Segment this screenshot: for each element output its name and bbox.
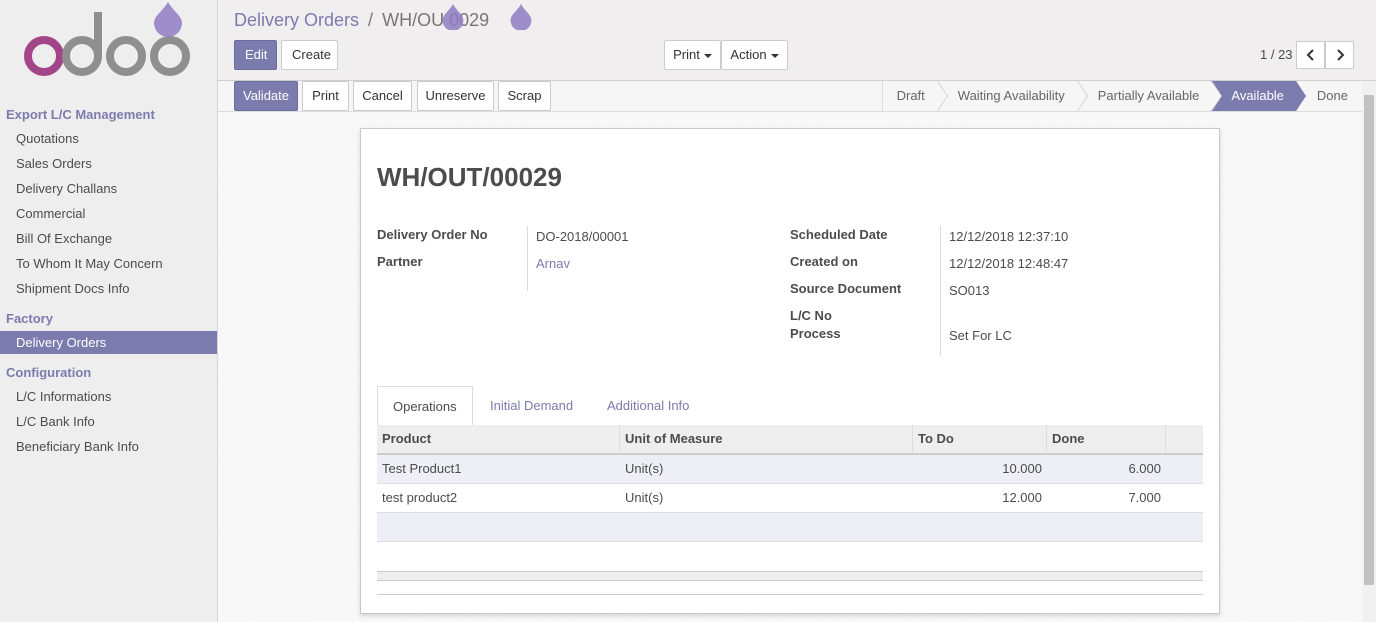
stage-arrow	[1211, 81, 1222, 111]
sidebar-item-beneficiary-bank-info[interactable]: Beneficiary Bank Info	[0, 435, 217, 458]
partner-label: Partner	[377, 254, 423, 269]
table-row[interactable]: Test Product1 Unit(s) 10.000 6.000	[377, 455, 1203, 484]
table-header: Product Unit of Measure To Do Done	[377, 425, 1203, 455]
vertical-scrollbar[interactable]	[1362, 81, 1376, 622]
created-on-label: Created on	[790, 254, 858, 269]
column-done[interactable]: Done	[1047, 425, 1166, 453]
sidebar-item-bill-of-exchange[interactable]: Bill Of Exchange	[0, 227, 217, 250]
stage-waiting-availability[interactable]: Waiting Availability	[936, 81, 1088, 111]
stage-partially-available[interactable]: Partially Available	[1076, 81, 1223, 111]
cell-product: test product2	[382, 490, 458, 505]
column-to-do[interactable]: To Do	[913, 425, 1047, 453]
scheduled-date-label: Scheduled Date	[790, 227, 888, 242]
sidebar-item-commercial[interactable]: Commercial	[0, 202, 217, 225]
delivery-order-no-value: DO-2018/00001	[536, 229, 629, 244]
field-divider	[527, 226, 528, 291]
stage-arrow	[936, 81, 947, 111]
source-document-value: SO013	[949, 283, 990, 298]
notebook-tabs: Operations Initial Demand Additional Inf…	[377, 386, 1203, 427]
unreserve-button[interactable]: Unreserve	[417, 81, 494, 111]
sidebar-section-factory: Factory	[6, 311, 53, 326]
form-view: WH/OUT/00029 Delivery Order No DO-2018/0…	[218, 112, 1362, 622]
print-dropdown-label: Print	[673, 47, 700, 62]
scheduled-date-value: 12/12/2018 12:37:10	[949, 229, 1069, 244]
validate-button[interactable]: Validate	[234, 81, 298, 111]
cell-done: 7.000	[1128, 490, 1161, 505]
cell-unit: Unit(s)	[625, 461, 664, 476]
stage-available-label: Available	[1231, 88, 1284, 103]
control-panel: Delivery Orders / WH/OU 0029 Edit Create…	[218, 0, 1376, 81]
stage-draft-label: Draft	[896, 88, 925, 103]
sidebar-item-delivery-challans[interactable]: Delivery Challans	[0, 177, 217, 200]
table-footer	[377, 571, 1203, 581]
stage-arrow	[1295, 81, 1306, 111]
stage-available[interactable]: Available	[1211, 81, 1306, 111]
cell-to-do: 12.000	[1002, 490, 1042, 505]
cell-to-do: 10.000	[1002, 461, 1042, 476]
stage-done-label: Done	[1316, 88, 1348, 103]
record-title: WH/OUT/00029	[377, 162, 562, 192]
breadcrumb-current-record: WH/OU 0029	[382, 10, 490, 30]
created-on-value: 12/12/2018 12:48:47	[949, 256, 1069, 271]
sidebar-item-quotations[interactable]: Quotations	[0, 127, 217, 150]
tab-operations[interactable]: Operations	[377, 386, 473, 426]
pager-previous-button[interactable]	[1296, 41, 1325, 69]
cell-done: 6.000	[1128, 461, 1161, 476]
odoo-logo[interactable]	[22, 0, 194, 82]
chevron-right-icon	[1337, 49, 1345, 61]
table-row-empty	[377, 513, 1203, 542]
cell-unit: Unit(s)	[625, 490, 664, 505]
sidebar-item-lc-bank-info[interactable]: L/C Bank Info	[0, 410, 217, 433]
sidebar-item-lc-informations[interactable]: L/C Informations	[0, 385, 217, 408]
process-label: Process	[790, 326, 841, 341]
delivery-order-no-label: Delivery Order No	[377, 227, 488, 242]
action-dropdown[interactable]: Action	[721, 40, 788, 70]
source-document-label: Source Document	[790, 281, 902, 296]
print-button[interactable]: Print	[302, 81, 349, 111]
drop-icon	[510, 4, 532, 30]
sidebar-section-export-lc: Export L/C Management	[6, 107, 155, 122]
stage-bar: Draft Waiting Availability Partially Ava…	[881, 81, 1362, 111]
tab-initial-demand[interactable]: Initial Demand	[475, 386, 588, 426]
stage-waiting-availability-label: Waiting Availability	[957, 88, 1065, 103]
column-unit-of-measure[interactable]: Unit of Measure	[620, 425, 913, 453]
table-row[interactable]: test product2 Unit(s) 12.000 7.000	[377, 484, 1203, 513]
stage-draft[interactable]: Draft	[881, 81, 948, 111]
scrollbar-thumb[interactable]	[1364, 95, 1374, 585]
stage-arrow	[1076, 81, 1087, 111]
pager-value: 1 / 23	[1260, 47, 1293, 62]
lc-no-label: L/C No	[790, 308, 832, 323]
cell-product: Test Product1	[382, 461, 462, 476]
scrap-button[interactable]: Scrap	[498, 81, 551, 111]
chevron-left-icon	[1306, 49, 1314, 61]
cancel-button[interactable]: Cancel	[353, 81, 412, 111]
form-sheet: WH/OUT/00029 Delivery Order No DO-2018/0…	[360, 128, 1220, 614]
create-button[interactable]: Create	[281, 40, 338, 70]
print-dropdown[interactable]: Print	[664, 40, 721, 70]
chevron-down-icon	[703, 53, 712, 58]
edit-button[interactable]: Edit	[234, 40, 277, 70]
divider	[377, 594, 1203, 595]
pager-next-button[interactable]	[1325, 41, 1354, 69]
drop-icon	[442, 4, 464, 30]
sidebar: Export L/C Management Quotations Sales O…	[0, 0, 218, 622]
partner-value-link[interactable]: Arnav	[536, 256, 570, 271]
process-value: Set For LC	[949, 328, 1012, 343]
column-product[interactable]: Product	[377, 425, 620, 453]
sidebar-item-to-whom-it-may-concern[interactable]: To Whom It May Concern	[0, 252, 217, 275]
sidebar-section-configuration: Configuration	[6, 365, 92, 380]
breadcrumb-delivery-orders[interactable]: Delivery Orders	[234, 10, 359, 30]
chevron-down-icon	[770, 53, 779, 58]
action-dropdown-label: Action	[730, 47, 767, 62]
sidebar-item-shipment-docs-info[interactable]: Shipment Docs Info	[0, 277, 217, 300]
tab-additional-info[interactable]: Additional Info	[592, 386, 704, 426]
stage-partially-available-label: Partially Available	[1097, 88, 1200, 103]
field-divider	[940, 226, 941, 356]
sidebar-item-sales-orders[interactable]: Sales Orders	[0, 152, 217, 175]
sidebar-item-delivery-orders[interactable]: Delivery Orders	[0, 331, 217, 354]
breadcrumb-separator: /	[368, 10, 374, 30]
status-bar: Validate Print Cancel Unreserve Scrap Dr…	[218, 81, 1362, 112]
